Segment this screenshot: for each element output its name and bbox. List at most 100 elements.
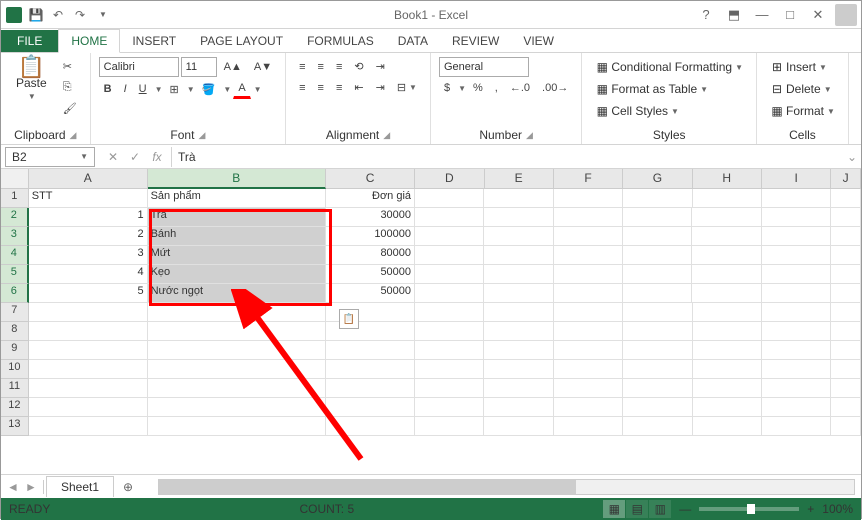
cell-A11[interactable] (29, 379, 148, 398)
cell-H4[interactable] (692, 246, 761, 265)
cell-C1[interactable]: Đơn giá (326, 189, 415, 208)
tab-page-layout[interactable]: PAGE LAYOUT (188, 30, 295, 52)
column-header-F[interactable]: F (554, 169, 623, 189)
row-header-5[interactable]: 5 (1, 265, 29, 284)
column-header-C[interactable]: C (326, 169, 415, 189)
cell-B10[interactable] (148, 360, 326, 379)
cell-D5[interactable] (415, 265, 484, 284)
cell-I1[interactable] (762, 189, 831, 208)
paste-options-button[interactable]: 📋 (339, 309, 359, 329)
cell-E2[interactable] (484, 208, 553, 227)
cell-J1[interactable] (831, 189, 861, 208)
cell-G3[interactable] (623, 227, 692, 246)
cell-B6[interactable]: Nước ngọt (148, 284, 326, 303)
cell-C3[interactable]: 100000 (326, 227, 415, 246)
cell-E12[interactable] (484, 398, 553, 417)
spreadsheet-grid[interactable]: ABCDEFGHIJ1STTSản phẩmĐơn giá21Trà300003… (1, 169, 861, 474)
cell-J4[interactable] (831, 246, 861, 265)
cell-G9[interactable] (623, 341, 692, 360)
cell-F8[interactable] (554, 322, 623, 341)
alignment-launcher[interactable]: ◢ (383, 130, 390, 141)
row-header-8[interactable]: 8 (1, 322, 29, 341)
cell-D13[interactable] (415, 417, 484, 436)
minimize-button[interactable]: — (751, 6, 773, 24)
underline-button[interactable]: U (134, 80, 152, 98)
zoom-level[interactable]: 100% (822, 502, 853, 516)
decrease-indent-button[interactable]: ⇤ (349, 78, 368, 97)
cell-B3[interactable]: Bánh (148, 227, 326, 246)
normal-view-button[interactable]: ▦ (603, 500, 625, 518)
delete-cells-button[interactable]: ⊟Delete▼ (765, 79, 837, 99)
cell-G4[interactable] (623, 246, 692, 265)
page-layout-view-button[interactable]: ▤ (626, 500, 648, 518)
zoom-out-button[interactable]: — (679, 502, 691, 516)
cell-G5[interactable] (623, 265, 692, 284)
cell-H12[interactable] (693, 398, 762, 417)
row-header-3[interactable]: 3 (1, 227, 29, 246)
cell-E13[interactable] (484, 417, 553, 436)
cell-J2[interactable] (831, 208, 861, 227)
font-size-select[interactable] (181, 57, 217, 77)
cell-G7[interactable] (623, 303, 692, 322)
cell-E5[interactable] (484, 265, 553, 284)
align-center-button[interactable]: ≡ (313, 79, 329, 97)
cell-H2[interactable] (692, 208, 761, 227)
horizontal-scrollbar[interactable] (158, 479, 855, 495)
cell-B9[interactable] (148, 341, 326, 360)
cell-E11[interactable] (484, 379, 553, 398)
number-launcher[interactable]: ◢ (526, 130, 533, 141)
ribbon-options-button[interactable]: ⬒ (723, 6, 745, 24)
cell-A13[interactable] (29, 417, 148, 436)
zoom-in-button[interactable]: + (807, 502, 814, 516)
cell-A6[interactable]: 5 (29, 284, 148, 303)
cell-D11[interactable] (415, 379, 484, 398)
cell-B4[interactable]: Mứt (148, 246, 326, 265)
row-header-4[interactable]: 4 (1, 246, 29, 265)
row-header-7[interactable]: 7 (1, 303, 29, 322)
cell-E10[interactable] (484, 360, 553, 379)
cell-H1[interactable] (693, 189, 762, 208)
cell-J5[interactable] (831, 265, 861, 284)
cell-E1[interactable] (484, 189, 553, 208)
cell-D7[interactable] (415, 303, 484, 322)
format-cells-button[interactable]: ▦Format▼ (765, 101, 840, 121)
cell-A2[interactable]: 1 (29, 208, 148, 227)
cell-H3[interactable] (692, 227, 761, 246)
save-button[interactable]: 💾 (27, 6, 45, 24)
sheet-nav-next[interactable]: ► (23, 480, 39, 494)
cell-J11[interactable] (831, 379, 861, 398)
paste-button[interactable]: 📋 Paste ▼ (9, 57, 54, 104)
cell-H7[interactable] (693, 303, 762, 322)
cell-G6[interactable] (623, 284, 692, 303)
cell-J3[interactable] (831, 227, 861, 246)
cancel-formula-button[interactable]: ✕ (103, 147, 123, 167)
close-button[interactable]: ✕ (807, 6, 829, 24)
enter-formula-button[interactable]: ✓ (125, 147, 145, 167)
increase-decimal-button[interactable]: ←.0 (505, 79, 535, 97)
cell-E6[interactable] (484, 284, 553, 303)
cell-H10[interactable] (693, 360, 762, 379)
expand-formula-bar[interactable]: ⌄ (843, 150, 861, 164)
clipboard-launcher[interactable]: ◢ (70, 130, 77, 141)
cell-J13[interactable] (831, 417, 861, 436)
cell-C13[interactable] (326, 417, 415, 436)
cell-H11[interactable] (693, 379, 762, 398)
page-break-view-button[interactable]: ▥ (649, 500, 671, 518)
tab-data[interactable]: DATA (386, 30, 440, 52)
format-as-table-button[interactable]: ▦Format as Table▼ (590, 79, 713, 99)
cell-I6[interactable] (762, 284, 831, 303)
cell-B5[interactable]: Kẹo (148, 265, 326, 284)
cell-I10[interactable] (762, 360, 831, 379)
cell-C11[interactable] (326, 379, 415, 398)
column-header-D[interactable]: D (415, 169, 484, 189)
cell-B8[interactable] (148, 322, 326, 341)
row-header-13[interactable]: 13 (1, 417, 29, 436)
align-middle-button[interactable]: ≡ (313, 58, 329, 76)
italic-button[interactable]: I (119, 80, 132, 98)
column-header-G[interactable]: G (623, 169, 692, 189)
font-name-select[interactable] (99, 57, 179, 77)
cell-J10[interactable] (831, 360, 861, 379)
cell-D10[interactable] (415, 360, 484, 379)
cell-G10[interactable] (623, 360, 692, 379)
redo-button[interactable]: ↷ (71, 6, 89, 24)
